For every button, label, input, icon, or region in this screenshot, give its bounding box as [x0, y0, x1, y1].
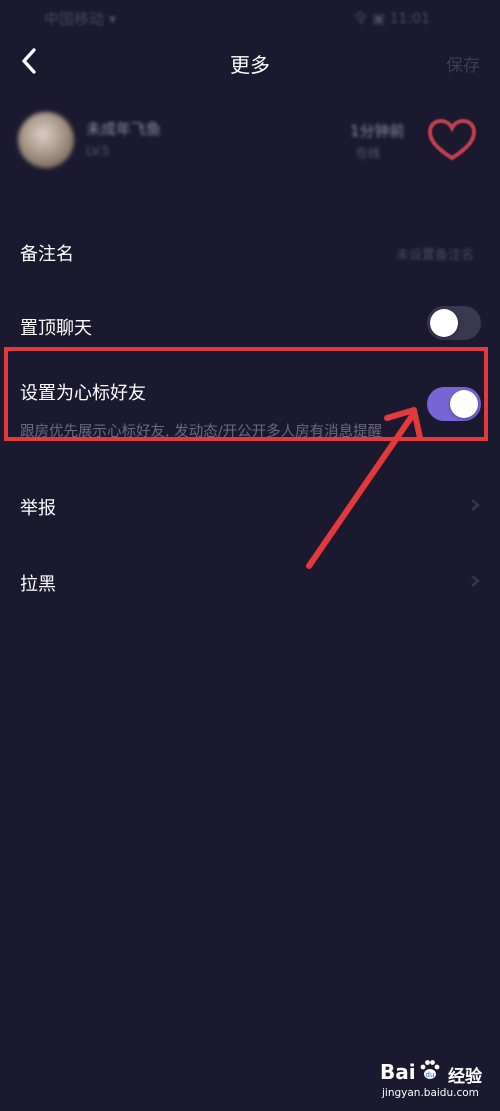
toggle-knob [430, 309, 458, 337]
heart-icon [427, 118, 477, 161]
pin-chat-toggle[interactable] [427, 306, 481, 340]
watermark-suffix: 经验 [448, 1067, 482, 1087]
paw-icon: du [420, 1060, 440, 1079]
watermark: Bai du 经验 jingyan.baidu.com [380, 1058, 494, 1106]
pin-chat-label: 置顶聊天 [20, 318, 92, 339]
remark-name-label: 备注名 [20, 244, 74, 265]
watermark-url: jingyan.baidu.com [382, 1087, 479, 1099]
chevron-right-icon [471, 499, 480, 511]
save-button[interactable]: 保存 [446, 51, 480, 76]
system-status: 令 ▣ 11:01 [353, 11, 430, 27]
page-title: 更多 [230, 53, 270, 77]
profile-status: 1分钟前 [350, 122, 405, 140]
block-row[interactable]: 拉黑 [0, 566, 500, 606]
svg-text:du: du [426, 1071, 435, 1079]
close-friend-description: 跟房优先展示心标好友, 发动态/开公开多人房有消息提醒 [20, 424, 383, 440]
profile-status-sub: 在线 [356, 146, 381, 160]
status-bar: 中国移动 ▾ 令 ▣ 11:01 [0, 0, 500, 36]
watermark-brand: Bai [380, 1060, 416, 1084]
profile-card[interactable]: 未成年飞鱼 LV.5 1分钟前 在线 [0, 104, 500, 176]
chevron-right-icon [471, 575, 480, 587]
profile-subtitle: LV.5 [86, 144, 110, 158]
pin-chat-row: 置顶聊天 [0, 306, 500, 346]
toggle-knob [450, 390, 478, 418]
avatar [18, 112, 74, 168]
nav-bar: 更多 保存 [0, 36, 500, 88]
profile-name: 未成年飞鱼 [86, 120, 162, 138]
close-friend-label: 设置为心标好友 [20, 383, 146, 404]
carrier-label: 中国移动 ▾ [44, 10, 117, 28]
close-friend-toggle[interactable] [427, 387, 481, 421]
report-row[interactable]: 举报 [0, 490, 500, 530]
block-label: 拉黑 [20, 574, 56, 595]
remark-name-value: 未设置备注名 [395, 248, 474, 263]
remark-name-row[interactable]: 备注名 未设置备注名 [0, 236, 500, 276]
report-label: 举报 [20, 498, 56, 519]
